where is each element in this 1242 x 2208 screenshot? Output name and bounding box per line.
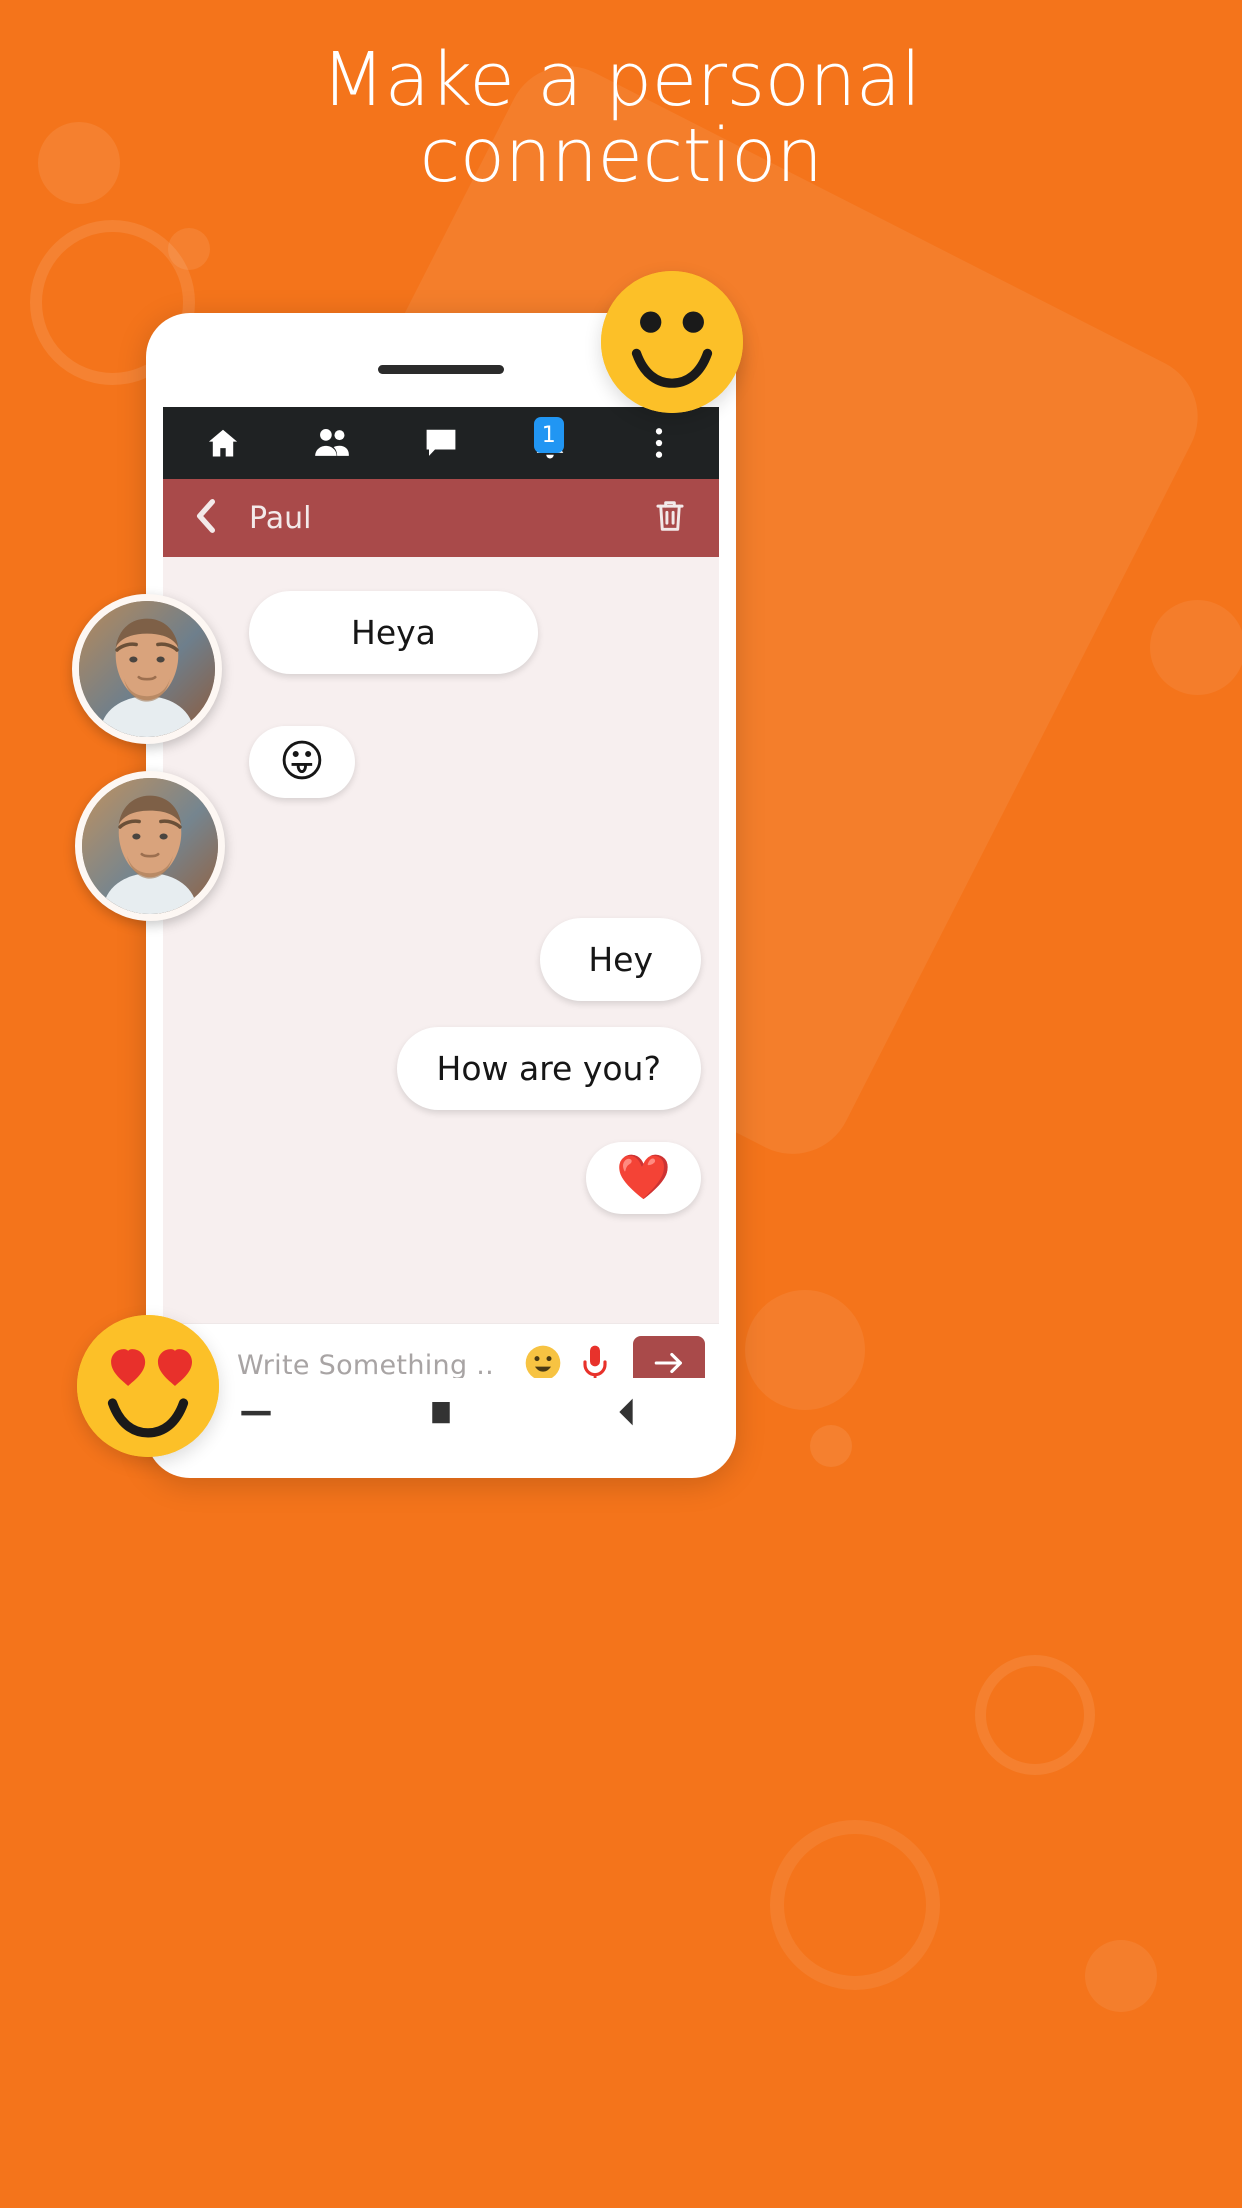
back-button[interactable]: [189, 497, 223, 540]
heart-eyes-sticker: [77, 1315, 219, 1457]
app-top-navigation: 1: [163, 407, 719, 479]
home-icon: [205, 425, 241, 461]
message-bubble-outgoing[interactable]: Hey: [540, 918, 701, 1001]
message-row: ❤️: [181, 1142, 701, 1214]
background-circle-outline: [770, 1820, 940, 1990]
message-input-placeholder[interactable]: Write Something ..: [237, 1350, 517, 1381]
android-system-navigation: [163, 1378, 719, 1450]
nav-item-home[interactable]: [185, 407, 261, 479]
message-row: How are you?: [181, 1027, 701, 1110]
nav-item-friends[interactable]: [294, 407, 370, 479]
headline-line-2: connection: [419, 113, 823, 200]
page-headline: Make a personal connection: [0, 37, 1242, 200]
delete-conversation-button[interactable]: [647, 497, 693, 540]
nav-item-more[interactable]: [621, 407, 697, 479]
trash-icon: [653, 497, 687, 540]
system-recents-button[interactable]: [396, 1384, 486, 1444]
phone-earpiece-speaker: [378, 365, 504, 374]
chat-bubble-icon: [422, 425, 460, 461]
phone-screen: 1 Paul Heya 😛 Hey How are you? ❤️ Write …: [163, 407, 719, 1407]
message-bubble-outgoing-emoji[interactable]: ❤️: [586, 1142, 701, 1214]
smiley-face-sticker: [601, 271, 743, 413]
background-circle-solid: [810, 1425, 852, 1467]
smiley-sticker: [601, 271, 743, 413]
chat-header: Paul: [163, 479, 719, 557]
system-back-button[interactable]: [581, 1384, 671, 1444]
square-icon: [428, 1397, 454, 1432]
nav-item-notifications[interactable]: 1: [512, 407, 588, 479]
message-row: 😛: [181, 726, 701, 798]
message-bubble-incoming-emoji[interactable]: 😛: [249, 726, 355, 798]
phone-mockup: 1 Paul Heya 😛 Hey How are you? ❤️ Write …: [146, 313, 736, 1478]
triangle-back-icon: [614, 1396, 638, 1433]
heart-eyes-sticker: [77, 1315, 219, 1457]
message-bubble-outgoing[interactable]: How are you?: [396, 1027, 701, 1110]
background-circle-solid: [168, 228, 210, 270]
background-circle-solid: [1085, 1940, 1157, 2012]
nav-item-messages[interactable]: [403, 407, 479, 479]
avatar-paul-2: [75, 771, 225, 921]
kebab-menu-icon: [654, 425, 664, 461]
background-circle-solid: [1150, 600, 1242, 695]
background-circle-solid: [745, 1290, 865, 1410]
message-row: Heya: [181, 591, 701, 674]
headline-line-1: Make a personal: [321, 37, 921, 123]
background-circle-outline: [975, 1655, 1095, 1775]
avatar-paul-1: [72, 594, 222, 744]
chevron-left-icon: [194, 497, 218, 540]
dash-icon: [240, 1405, 272, 1423]
system-minimize-button[interactable]: [211, 1384, 301, 1444]
message-list: Heya 😛 Hey How are you? ❤️: [163, 557, 719, 1323]
chat-title: Paul: [249, 500, 312, 536]
message-row: Hey: [181, 918, 701, 1001]
people-icon: [313, 426, 351, 460]
message-bubble-incoming[interactable]: Heya: [249, 591, 538, 674]
notification-badge: 1: [533, 417, 564, 453]
